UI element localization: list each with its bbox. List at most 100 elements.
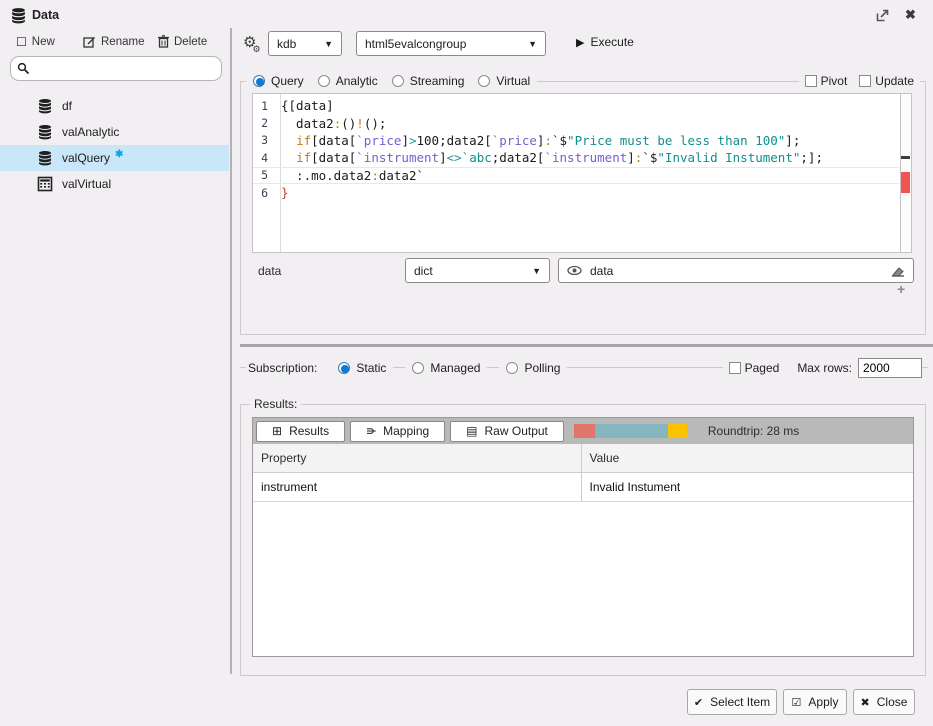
server-dropdown[interactable]: kdb ▼ bbox=[268, 31, 342, 56]
paged-checkbox[interactable] bbox=[729, 362, 741, 374]
column-header-property[interactable]: Property bbox=[253, 444, 581, 472]
list-item-valanalytic[interactable]: valAnalytic bbox=[0, 119, 229, 145]
roundtrip-progress-bar bbox=[574, 424, 687, 438]
item-label: valAnalytic bbox=[62, 125, 119, 139]
max-rows-input[interactable] bbox=[858, 358, 922, 378]
chevron-down-icon: ▼ bbox=[532, 266, 541, 276]
results-tab-strip: ⊞ Results ⋔ Mapping ▤ Raw Output Roundtr… bbox=[253, 418, 913, 444]
rename-icon bbox=[83, 35, 96, 48]
list-item-valvirtual[interactable]: valVirtual bbox=[0, 171, 229, 197]
code-text: if[data[`price]>100;data2[`price]:`$"Pri… bbox=[274, 133, 800, 148]
delete-button[interactable]: Delete bbox=[158, 35, 207, 48]
settings-gears-icon[interactable]: ⚙⚙ bbox=[243, 33, 265, 51]
cursor-position-marker bbox=[901, 156, 910, 159]
rename-button[interactable]: Rename bbox=[83, 35, 144, 48]
radio-subscription-managed[interactable]: Managed bbox=[405, 361, 487, 375]
database-icon bbox=[37, 124, 53, 140]
roundtrip-segment bbox=[574, 424, 595, 438]
radio-mode-analytic[interactable]: Analytic bbox=[311, 74, 385, 88]
select-item-button[interactable]: ✔ Select Item bbox=[687, 689, 777, 715]
close-button[interactable]: ✖ Close bbox=[853, 689, 915, 715]
radio-label: Query bbox=[271, 74, 304, 88]
code-line-2[interactable]: 2 data2:()!(); bbox=[253, 114, 899, 131]
delete-label: Delete bbox=[174, 36, 207, 48]
pivot-label: Pivot bbox=[821, 74, 848, 88]
code-line-5[interactable]: 5 :.mo.data2:data2` bbox=[253, 167, 899, 184]
search-input[interactable] bbox=[30, 62, 215, 76]
radio-circle bbox=[392, 75, 404, 87]
radio-subscription-polling[interactable]: Polling bbox=[499, 361, 567, 375]
update-checkbox[interactable] bbox=[859, 75, 871, 87]
parameter-value-field[interactable]: data bbox=[558, 258, 914, 283]
tab-raw-output[interactable]: ▤ Raw Output bbox=[450, 421, 564, 442]
tab-label: Raw Output bbox=[485, 424, 548, 438]
connection-group-dropdown[interactable]: html5evalcongroup ▼ bbox=[356, 31, 546, 56]
annotation-ruler[interactable] bbox=[900, 94, 911, 252]
search-icon bbox=[17, 62, 30, 75]
item-list: df valAnalytic v bbox=[0, 93, 229, 197]
radio-mode-streaming[interactable]: Streaming bbox=[385, 74, 472, 88]
modified-star-icon: ✱ bbox=[115, 149, 123, 160]
radio-circle bbox=[478, 75, 490, 87]
document-icon: ▤ bbox=[466, 424, 477, 438]
radio-label: Managed bbox=[430, 361, 480, 375]
table-row[interactable]: instrument Invalid Instument bbox=[253, 472, 913, 501]
radio-circle bbox=[412, 362, 424, 374]
apply-button[interactable]: ☑ Apply bbox=[783, 689, 847, 715]
expand-icon[interactable] bbox=[876, 9, 889, 22]
code-text: {[data] bbox=[274, 98, 334, 113]
subscription-row: Subscription: Static Managed Polling Paged… bbox=[246, 357, 922, 378]
database-icon bbox=[10, 7, 27, 24]
close-x-icon: ✖ bbox=[861, 696, 870, 709]
add-parameter-button[interactable]: + bbox=[897, 281, 905, 297]
code-line-6[interactable]: 6} bbox=[253, 184, 899, 201]
paged-checkbox-item[interactable]: Paged bbox=[723, 361, 786, 375]
roundtrip-segment bbox=[595, 424, 668, 438]
roundtrip-segment bbox=[668, 424, 687, 438]
line-number: 5 bbox=[253, 168, 274, 182]
radio-mode-query[interactable]: Query bbox=[246, 74, 311, 88]
list-item-df[interactable]: df bbox=[0, 93, 229, 119]
parameter-value-text: data bbox=[590, 264, 883, 278]
code-editor[interactable]: 1{[data]2 data2:()!();3 if[data[`price]>… bbox=[252, 93, 912, 253]
item-label: df bbox=[62, 99, 72, 113]
code-line-1[interactable]: 1{[data] bbox=[253, 97, 899, 114]
column-header-value[interactable]: Value bbox=[581, 444, 913, 472]
panel-splitter-horizontal[interactable] bbox=[240, 344, 933, 347]
panel-splitter-vertical[interactable] bbox=[230, 28, 232, 674]
paged-label: Paged bbox=[745, 361, 780, 375]
tab-mapping[interactable]: ⋔ Mapping bbox=[350, 421, 445, 442]
close-label: Close bbox=[877, 695, 908, 709]
radio-label: Streaming bbox=[410, 74, 465, 88]
search-box[interactable] bbox=[10, 56, 222, 81]
subscription-radios: Static Managed Polling bbox=[331, 361, 567, 375]
code-line-3[interactable]: 3 if[data[`price]>100;data2[`price]:`$"P… bbox=[253, 132, 899, 149]
eraser-icon[interactable] bbox=[891, 265, 905, 277]
connection-group-value: html5evalcongroup bbox=[365, 37, 466, 51]
server-dropdown-value: kdb bbox=[277, 37, 296, 51]
pivot-checkbox[interactable] bbox=[805, 75, 817, 87]
code-line-4[interactable]: 4 if[data[`instrument]<>`abc;data2[`inst… bbox=[253, 149, 899, 166]
pivot-checkbox-item[interactable]: Pivot bbox=[799, 74, 854, 88]
radio-label: Polling bbox=[524, 361, 560, 375]
radio-circle bbox=[318, 75, 330, 87]
line-number: 3 bbox=[253, 133, 274, 147]
line-number: 2 bbox=[253, 116, 274, 130]
page-title: Data bbox=[32, 8, 59, 22]
update-checkbox-item[interactable]: Update bbox=[853, 74, 920, 88]
tab-results[interactable]: ⊞ Results bbox=[256, 421, 345, 442]
tab-label: Results bbox=[289, 424, 329, 438]
parameter-type-dropdown[interactable]: dict ▼ bbox=[405, 258, 550, 283]
radio-subscription-static[interactable]: Static bbox=[331, 361, 393, 375]
close-window-icon[interactable]: ✖ bbox=[905, 7, 916, 23]
chevron-down-icon: ▼ bbox=[324, 39, 333, 49]
list-item-valquery[interactable]: valQuery✱ bbox=[0, 145, 229, 171]
code-text: data2:()!(); bbox=[274, 116, 386, 131]
radio-mode-virtual[interactable]: Virtual bbox=[471, 74, 537, 88]
eye-icon[interactable] bbox=[567, 265, 582, 276]
new-button[interactable]: ☐ New bbox=[16, 35, 55, 49]
execute-button[interactable]: ▶ Execute bbox=[576, 35, 634, 49]
results-widget: ⊞ Results ⋔ Mapping ▤ Raw Output Roundtr… bbox=[252, 417, 914, 657]
subscription-label: Subscription: bbox=[246, 361, 331, 375]
radio-label: Virtual bbox=[496, 74, 530, 88]
